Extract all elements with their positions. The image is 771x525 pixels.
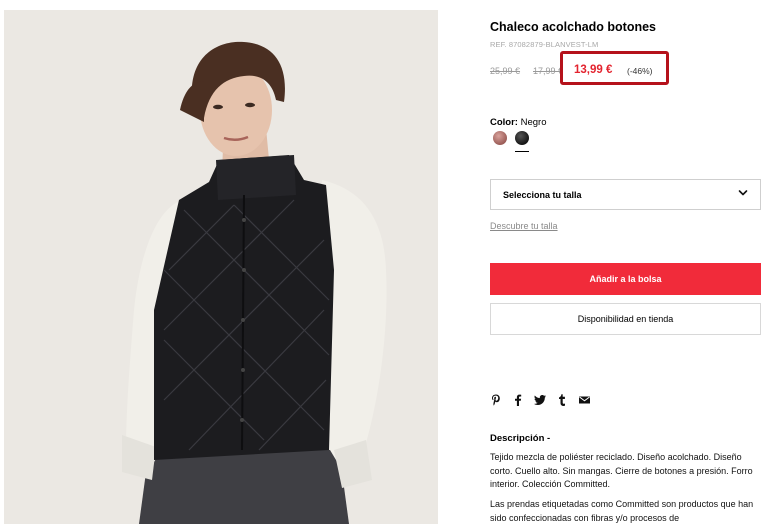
color-selected-value: Negro — [520, 117, 547, 128]
product-photo-illustration — [4, 10, 438, 524]
color-label-key: Color: — [490, 117, 518, 128]
description-paragraph: Tejido mezcla de poliéster reciclado. Di… — [490, 452, 753, 489]
size-select[interactable]: Selecciona tu talla — [490, 179, 761, 210]
description-paragraph-committed: Las prendas etiquetadas como Committed s… — [490, 499, 754, 523]
previous-price: 17,99 € — [533, 66, 564, 76]
color-swatch-rose[interactable] — [493, 131, 507, 145]
selected-swatch-indicator — [515, 151, 529, 152]
current-price: 13,99 € — [574, 64, 613, 76]
chevron-down-icon — [738, 190, 748, 196]
product-title: Chaleco acolchado botones — [490, 20, 657, 34]
product-image[interactable] — [4, 10, 438, 524]
share-icons — [490, 393, 600, 407]
tumblr-icon[interactable] — [556, 394, 568, 406]
color-swatch-black[interactable] — [515, 131, 529, 145]
facebook-icon[interactable] — [512, 394, 524, 406]
description-title[interactable]: Descripción - — [490, 433, 550, 444]
original-price: 25,99 € — [490, 66, 521, 76]
store-availability-button[interactable]: Disponibilidad en tienda — [490, 303, 761, 335]
size-guide-link[interactable]: Descubre tu talla — [490, 221, 558, 231]
product-reference: REF. 87082879-BLANVEST-LM — [490, 40, 599, 49]
email-icon[interactable] — [578, 394, 590, 406]
discount-badge: (-46%) — [627, 66, 653, 76]
current-price-highlight: 13,99 € (-46%) — [560, 51, 669, 85]
size-select-placeholder: Selecciona tu talla — [503, 190, 582, 200]
add-to-bag-button[interactable]: Añadir a la bolsa — [490, 263, 761, 295]
twitter-icon[interactable] — [534, 394, 546, 406]
pinterest-icon[interactable] — [490, 394, 502, 406]
color-label: Color: Negro — [490, 117, 546, 128]
